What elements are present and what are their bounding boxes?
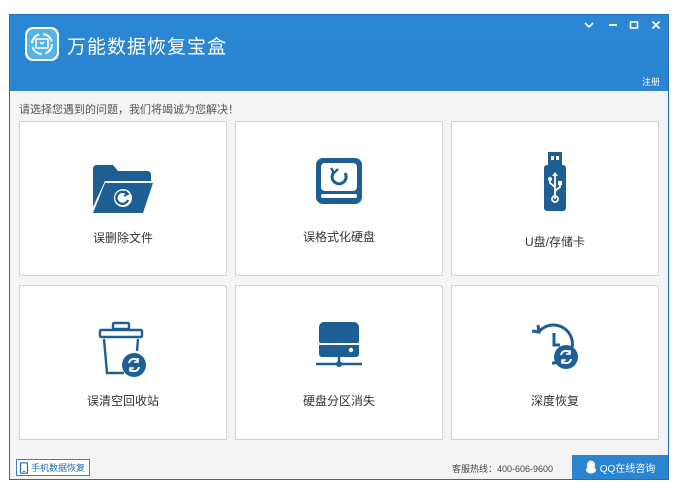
card-partition-lost[interactable]: 硬盘分区消失 bbox=[235, 285, 443, 440]
qq-consult-label: QQ在线咨询 bbox=[599, 463, 656, 475]
card-deleted-files[interactable]: 误删除文件 bbox=[19, 121, 227, 276]
card-recycle-bin[interactable]: 误清空回收站 bbox=[19, 285, 227, 440]
folder-restore-icon bbox=[93, 165, 153, 213]
hard-disk-partition-icon bbox=[316, 322, 362, 367]
card-label: 误格式化硬盘 bbox=[302, 230, 375, 244]
phone-icon bbox=[19, 461, 29, 474]
qq-consult-button[interactable]: QQ在线咨询 bbox=[572, 455, 668, 479]
card-label: U盘/存储卡 bbox=[524, 235, 585, 249]
close-icon bbox=[651, 20, 661, 30]
card-label: 硬盘分区消失 bbox=[302, 394, 375, 408]
card-formatted-disk[interactable]: 误格式化硬盘 bbox=[235, 121, 443, 276]
register-link[interactable]: 注册 bbox=[642, 75, 660, 88]
app-window: 万能数据恢复宝盒 注册 请选择您遇到的问题，我们将竭诚为您解决！ 误删除文件 误… bbox=[9, 14, 669, 480]
title-bar: 万能数据恢复宝盒 注册 bbox=[10, 15, 668, 91]
card-usb-memory-card[interactable]: U盘/存储卡 bbox=[451, 121, 659, 276]
card-label: 误清空回收站 bbox=[86, 394, 159, 408]
qq-penguin-icon bbox=[585, 460, 596, 474]
app-title: 万能数据恢复宝盒 bbox=[67, 37, 228, 58]
usb-drive-icon bbox=[544, 152, 566, 211]
minimize-icon bbox=[609, 24, 617, 26]
chevron-down-icon bbox=[584, 22, 594, 28]
menu-button[interactable] bbox=[580, 17, 598, 33]
card-label: 深度恢复 bbox=[530, 394, 579, 408]
maximize-icon bbox=[629, 21, 639, 29]
phone-recovery-button[interactable]: 手机数据恢复 bbox=[16, 459, 91, 476]
disk-restore-icon bbox=[316, 158, 362, 204]
recycle-bin-restore-icon bbox=[98, 321, 146, 377]
app-logo-icon bbox=[25, 27, 59, 61]
instruction-text: 请选择您遇到的问题，我们将竭诚为您解决！ bbox=[19, 104, 239, 116]
maximize-button[interactable] bbox=[625, 17, 643, 33]
close-button[interactable] bbox=[647, 17, 665, 33]
status-bar: 手机数据恢复 客服热线：400-606-9600 QQ在线咨询 bbox=[10, 455, 668, 479]
card-label: 误删除文件 bbox=[92, 231, 153, 245]
phone-recovery-label: 手机数据恢复 bbox=[31, 463, 86, 473]
deep-recovery-clock-icon bbox=[531, 323, 578, 369]
hotline-text: 客服热线：400-606-9600 bbox=[452, 464, 554, 474]
card-deep-recovery[interactable]: 深度恢复 bbox=[451, 285, 659, 440]
minimize-button[interactable] bbox=[604, 17, 622, 33]
